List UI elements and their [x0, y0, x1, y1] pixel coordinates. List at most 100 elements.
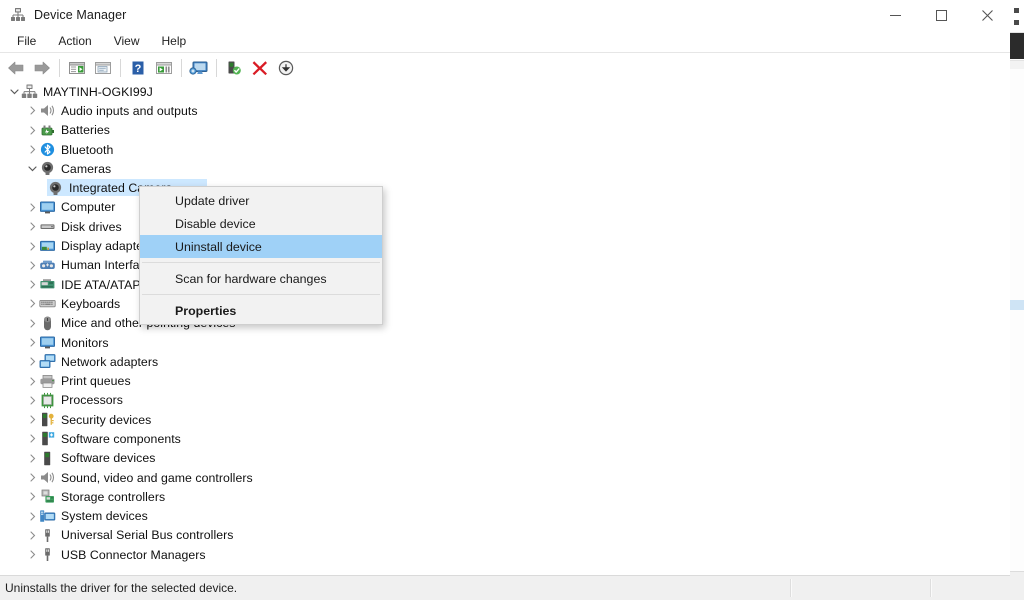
properties-button[interactable] [90, 56, 116, 80]
chevron-right-icon[interactable] [26, 468, 39, 487]
processor-icon [39, 392, 56, 409]
tree-item-network-adapters[interactable]: Network adapters [0, 352, 1010, 371]
minimize-button[interactable] [872, 0, 918, 30]
chevron-right-icon[interactable] [26, 294, 39, 313]
tree-item-monitors[interactable]: Monitors [0, 333, 1010, 352]
window-title: Device Manager [34, 8, 127, 22]
chevron-right-icon[interactable] [26, 140, 39, 159]
tree-item-software-devices[interactable]: Software devices [0, 449, 1010, 468]
printer-icon [39, 373, 56, 390]
tree-item-system-devices[interactable]: System devices [0, 507, 1010, 526]
tree-item-label: System devices [61, 509, 148, 524]
device-context-menu[interactable]: Update driver Disable device Uninstall d… [139, 186, 383, 325]
properties-icon [95, 61, 111, 74]
network-adapter-icon [39, 353, 56, 370]
tree-item-label: Batteries [61, 123, 110, 138]
tree-item-label: Storage controllers [61, 489, 166, 504]
chevron-right-icon[interactable] [26, 237, 39, 256]
menu-help[interactable]: Help [151, 32, 198, 50]
chevron-right-icon[interactable] [26, 314, 39, 333]
tree-item-bluetooth[interactable]: Bluetooth [0, 140, 1010, 159]
device-manager-screen: Device Manager File Action View Help ? M… [0, 0, 1024, 600]
tree-item-label: Bluetooth [61, 142, 114, 157]
chevron-right-icon[interactable] [26, 101, 39, 120]
update-driver-button[interactable] [151, 56, 177, 80]
tree-item-label: Network adapters [61, 354, 159, 369]
context-menu-item-disable-device[interactable]: Disable device [140, 212, 382, 235]
chevron-down-icon[interactable] [8, 82, 21, 101]
chevron-right-icon[interactable] [26, 487, 39, 506]
tree-item-sound-video-and-game-controllers[interactable]: Sound, video and game controllers [0, 468, 1010, 487]
menu-action[interactable]: Action [47, 32, 102, 50]
help-button[interactable]: ? [125, 56, 151, 80]
back-button[interactable] [3, 56, 29, 80]
tree-item-software-components[interactable]: Software components [0, 429, 1010, 448]
chevron-right-icon[interactable] [26, 121, 39, 140]
menu-file[interactable]: File [6, 32, 47, 50]
update-driver-icon [156, 61, 172, 74]
tree-item-print-queues[interactable]: Print queues [0, 371, 1010, 390]
tree-item-usb-connector-managers[interactable]: USB Connector Managers [0, 545, 1010, 564]
context-menu-item-update-driver[interactable]: Update driver [140, 189, 382, 212]
chevron-right-icon[interactable] [26, 449, 39, 468]
chevron-right-icon[interactable] [26, 275, 39, 294]
tree-item-security-devices[interactable]: Security devices [0, 410, 1010, 429]
tree-item-cameras[interactable]: Cameras [0, 159, 1010, 178]
chevron-right-icon[interactable] [26, 256, 39, 275]
chevron-right-icon[interactable] [26, 391, 39, 410]
usb-icon [39, 527, 56, 544]
tree-root-node[interactable]: MAYTINH-OGKI99J [0, 82, 1010, 101]
tree-item-audio-inputs-and-outputs[interactable]: Audio inputs and outputs [0, 101, 1010, 120]
show-hide-console-tree-button[interactable] [64, 56, 90, 80]
disable-device-button[interactable] [273, 56, 299, 80]
menu-bar: File Action View Help [0, 30, 1010, 53]
chevron-right-icon[interactable] [26, 372, 39, 391]
tree-root-label: MAYTINH-OGKI99J [43, 84, 153, 99]
status-bar-divider [930, 579, 932, 597]
forward-button[interactable] [29, 56, 55, 80]
context-menu-separator [142, 262, 380, 263]
status-bar-divider [790, 579, 792, 597]
close-button[interactable] [964, 0, 1010, 30]
chevron-right-icon[interactable] [26, 545, 39, 564]
device-manager-window: Device Manager File Action View Help ? M… [0, 0, 1010, 600]
minimize-icon [889, 14, 901, 16]
status-bar-text: Uninstalls the driver for the selected d… [5, 581, 238, 595]
tree-item-label: Security devices [61, 412, 152, 427]
context-menu-item-scan-for-hardware-changes[interactable]: Scan for hardware changes [140, 267, 382, 290]
scan-for-hardware-changes-button[interactable] [186, 56, 212, 80]
tree-item-batteries[interactable]: Batteries [0, 121, 1010, 140]
system-device-icon [39, 508, 56, 525]
chevron-right-icon[interactable] [26, 526, 39, 545]
scan-for-hardware-changes-icon [189, 61, 208, 75]
chevron-right-icon[interactable] [26, 333, 39, 352]
display-adapter-icon [39, 238, 56, 255]
monitor-icon [39, 199, 56, 216]
storage-controller-icon [39, 488, 56, 505]
context-menu-item-uninstall-device[interactable]: Uninstall device [140, 235, 382, 258]
enable-device-button[interactable] [221, 56, 247, 80]
toolbar-separator [120, 58, 121, 77]
context-menu-separator [142, 294, 380, 295]
tree-item-label: Keyboards [61, 296, 121, 311]
tree-item-processors[interactable]: Processors [0, 391, 1010, 410]
bluetooth-icon [39, 141, 56, 158]
chevron-right-icon[interactable] [26, 507, 39, 526]
chevron-right-icon[interactable] [26, 217, 39, 236]
context-menu-item-properties[interactable]: Properties [140, 299, 382, 322]
chevron-right-icon[interactable] [26, 352, 39, 371]
menu-view[interactable]: View [103, 32, 151, 50]
device-tree[interactable]: MAYTINH-OGKI99J Audio inputs and outputs [0, 82, 1010, 576]
forward-icon [34, 61, 50, 74]
chevron-down-icon[interactable] [26, 159, 39, 178]
maximize-button[interactable] [918, 0, 964, 30]
chevron-right-icon[interactable] [26, 198, 39, 217]
tree-item-label: Audio inputs and outputs [61, 103, 198, 118]
maximize-icon [935, 9, 947, 21]
tree-item-storage-controllers[interactable]: Storage controllers [0, 487, 1010, 506]
tree-item-universal-serial-bus-controllers[interactable]: Universal Serial Bus controllers [0, 526, 1010, 545]
uninstall-device-button[interactable] [247, 56, 273, 80]
chevron-right-icon[interactable] [26, 429, 39, 448]
software-device-icon [39, 450, 56, 467]
chevron-right-icon[interactable] [26, 410, 39, 429]
